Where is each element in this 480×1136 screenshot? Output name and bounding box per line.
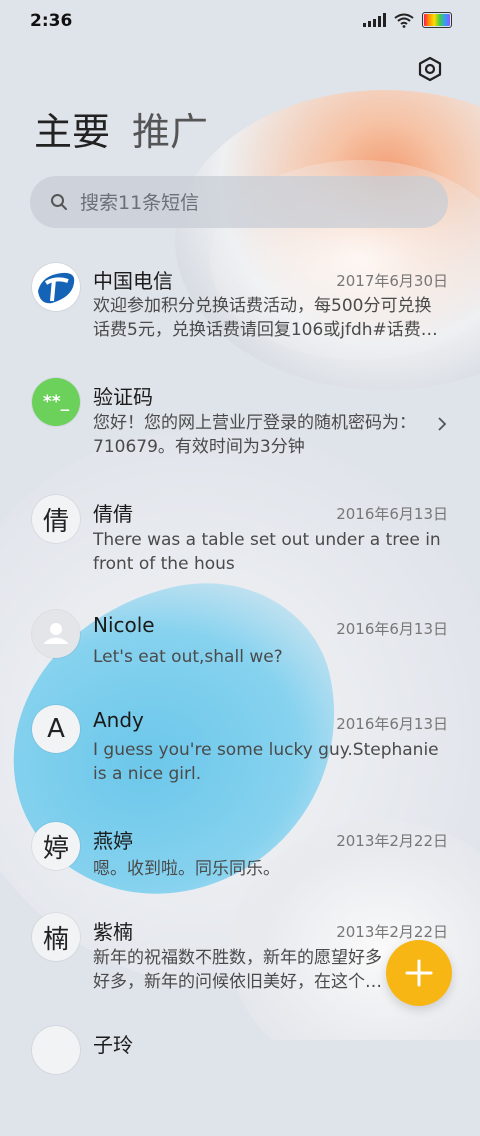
message-date: 2013年2月22日	[336, 832, 448, 850]
contact-name: 紫楠	[93, 920, 133, 944]
conversation-item-nicole[interactable]: Nicole 2016年6月13日 Let's eat out,shall we…	[0, 610, 480, 720]
message-date: 2017年6月30日	[336, 272, 448, 290]
search-icon	[51, 194, 67, 210]
message-preview: 欢迎参加积分兑换话费活动，每500分可兑换话费5元，兑换话费请回复106或jfd…	[93, 296, 438, 340]
conversation-item-qianqian[interactable]: 倩 倩倩 2016年6月13日 There was a table set ou…	[0, 495, 480, 605]
contact-name: Nicole	[93, 613, 155, 637]
avatar	[32, 1026, 80, 1074]
avatar: 楠	[32, 913, 80, 961]
avatar: 婷	[32, 822, 80, 870]
message-date: 2016年6月13日	[336, 620, 448, 638]
message-preview: 新年的祝福数不胜数，新年的愿望好多好多，新年的问候依旧美好，在这个温馨的时刻…	[93, 948, 382, 992]
message-preview: 您好！您的网上营业厅登录的随机密码为：710679。有效时间为3分钟	[93, 413, 416, 457]
tab-bar: 主要 推广	[34, 108, 208, 156]
conversation-item-andy[interactable]: A Andy 2016年6月13日 I guess you're some lu…	[0, 705, 480, 815]
message-date: 2016年6月13日	[336, 505, 448, 523]
contact-name: 中国电信	[93, 269, 173, 293]
avatar: 倩	[32, 495, 80, 543]
message-date: 2013年2月22日	[336, 923, 448, 941]
contact-name: 子玲	[93, 1033, 133, 1057]
tab-promotions[interactable]: 推广	[132, 108, 208, 156]
message-preview: Let's eat out,shall we?	[93, 647, 283, 667]
contact-name: 验证码	[93, 385, 153, 409]
tab-primary[interactable]: 主要	[34, 108, 110, 156]
search-input[interactable]	[78, 176, 432, 230]
message-preview: 嗯。收到啦。同乐同乐。	[93, 859, 280, 879]
message-date: 2016年6月13日	[336, 715, 448, 733]
status-time: 2:36	[30, 11, 73, 31]
wifi-icon	[394, 13, 414, 28]
plus-icon	[405, 959, 433, 987]
settings-hexagon-icon[interactable]	[414, 53, 446, 85]
search-bar[interactable]	[30, 176, 448, 230]
contact-name: Andy	[93, 708, 144, 732]
message-preview: There was a table set out under a tree i…	[93, 530, 441, 574]
message-preview: I guess you're some lucky guy.Stephanie …	[93, 740, 439, 784]
avatar: **_	[32, 378, 80, 426]
avatar: A	[32, 705, 80, 753]
conversation-item-china-telecom[interactable]: 中国电信 2017年6月30日 欢迎参加积分兑换话费活动，每500分可兑换话费5…	[0, 240, 480, 350]
china-telecom-logo-icon	[32, 263, 80, 311]
signal-icon	[363, 13, 386, 27]
contact-name: 倩倩	[93, 502, 133, 526]
contact-name: 燕婷	[93, 829, 133, 853]
conversation-item-verification-code[interactable]: **_ 验证码 您好！您的网上营业厅登录的随机密码为：710679。有效时间为3…	[0, 378, 480, 488]
person-icon	[32, 610, 80, 658]
chevron-right-icon	[438, 417, 447, 431]
status-bar: 2:36	[0, 0, 480, 42]
new-message-button[interactable]	[386, 940, 452, 1006]
battery-icon	[422, 12, 452, 28]
conversation-item-ziling[interactable]: 子玲	[0, 1026, 480, 1136]
